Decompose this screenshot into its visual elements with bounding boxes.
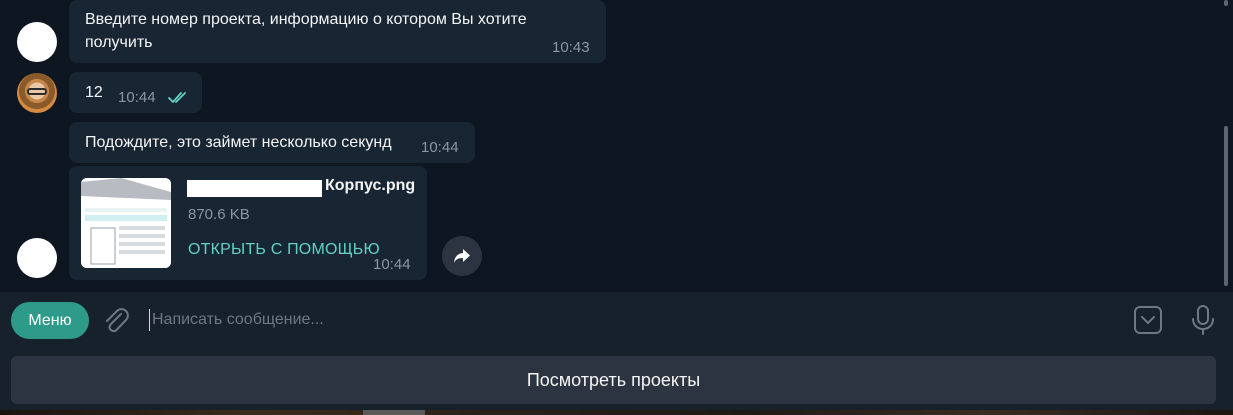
file-size: 870.6 KB <box>188 206 250 223</box>
message-bubble: 12 10:44 <box>69 72 202 113</box>
bot-avatar[interactable] <box>17 22 57 62</box>
message-text-line: получить <box>85 34 153 51</box>
message-time: 10:44 <box>421 139 459 156</box>
message-bubble: Подождите, это займет несколько секунд 1… <box>69 122 475 163</box>
menu-button[interactable]: Меню <box>11 302 89 339</box>
message-text: 12 <box>85 84 103 101</box>
user-avatar[interactable] <box>17 73 57 113</box>
message-input[interactable] <box>152 308 1052 332</box>
taskbar-strip <box>0 410 1233 415</box>
scrollbar-thumb[interactable] <box>1224 126 1228 286</box>
message-time: 10:44 <box>118 89 156 106</box>
mic-icon[interactable] <box>1190 304 1216 336</box>
file-thumbnail[interactable] <box>81 178 171 268</box>
file-name[interactable]: Корпус.png <box>325 177 415 195</box>
bot-keyboard: Посмотреть проекты <box>0 350 1233 415</box>
double-check-icon <box>168 92 186 103</box>
message-bubble: Введите номер проекта, информацию о кото… <box>69 0 606 63</box>
message-time: 10:43 <box>552 39 590 56</box>
attach-icon[interactable] <box>101 306 131 336</box>
thumbnail-image <box>81 178 171 268</box>
text-caret <box>149 309 150 331</box>
avatar-glasses <box>27 88 47 95</box>
forward-button[interactable] <box>442 236 482 276</box>
view-projects-button[interactable]: Посмотреть проекты <box>11 356 1216 404</box>
file-message-bubble: Корпус.png 870.6 KB ОТКРЫТЬ С ПОМОЩЬЮ 10… <box>69 166 427 280</box>
message-text-line: Введите номер проекта, информацию о кото… <box>85 11 527 28</box>
chat-area: Введите номер проекта, информацию о кото… <box>0 0 1233 292</box>
redacted-filename <box>187 180 322 197</box>
open-with-link[interactable]: ОТКРЫТЬ С ПОМОЩЬЮ <box>188 241 380 259</box>
chat-scrollbar[interactable] <box>1224 0 1228 292</box>
scrollbar-thumb-top <box>1224 0 1228 6</box>
forward-icon <box>454 249 470 263</box>
emoji-keyboard-icon[interactable] <box>1133 305 1163 335</box>
message-time: 10:44 <box>373 256 411 273</box>
message-text: Подождите, это займет несколько секунд <box>85 134 392 151</box>
bot-avatar[interactable] <box>17 238 57 278</box>
taskbar-tab[interactable] <box>363 410 425 415</box>
message-input-bar: Меню <box>0 292 1233 350</box>
